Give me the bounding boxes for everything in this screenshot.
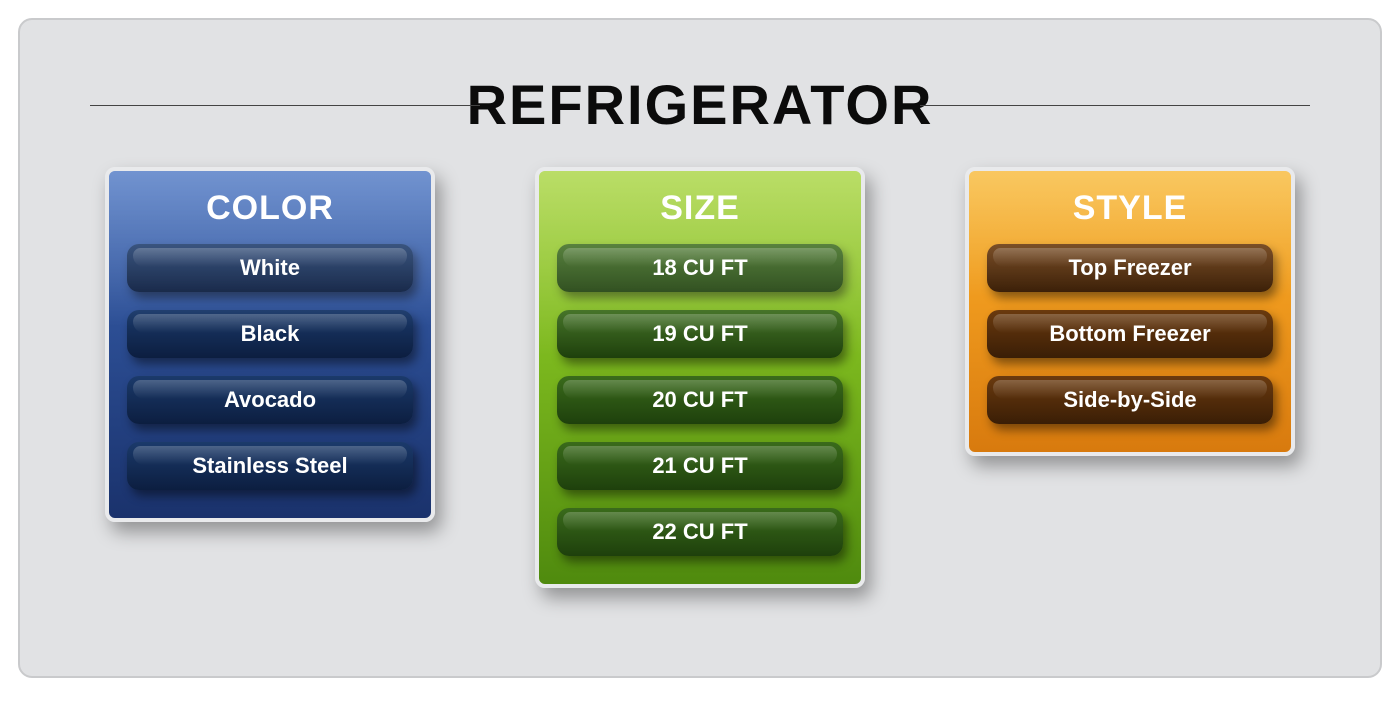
rule-right [920, 105, 1310, 106]
option-label: Bottom Freezer [1049, 321, 1210, 347]
option-color-stainless[interactable]: Stainless Steel [127, 442, 413, 490]
option-label: White [240, 255, 300, 281]
option-size-19[interactable]: 19 CU FT [557, 310, 843, 358]
option-color-white[interactable]: White [127, 244, 413, 292]
option-size-20[interactable]: 20 CU FT [557, 376, 843, 424]
option-label: Stainless Steel [192, 453, 347, 479]
cards-row: COLOR White Black Avocado Stainless Stee… [20, 167, 1380, 588]
option-label: 22 CU FT [652, 519, 747, 545]
option-style-side-by-side[interactable]: Side-by-Side [987, 376, 1273, 424]
option-size-21[interactable]: 21 CU FT [557, 442, 843, 490]
option-label: 20 CU FT [652, 387, 747, 413]
option-color-avocado[interactable]: Avocado [127, 376, 413, 424]
option-label: Side-by-Side [1063, 387, 1196, 413]
option-label: 21 CU FT [652, 453, 747, 479]
card-size-heading: SIZE [557, 189, 843, 228]
card-style-heading: STYLE [987, 189, 1273, 228]
option-label: 18 CU FT [652, 255, 747, 281]
rule-left [90, 105, 480, 106]
option-label: Avocado [224, 387, 316, 413]
panel: REFRIGERATOR COLOR White Black Avocado S… [18, 18, 1382, 678]
option-color-black[interactable]: Black [127, 310, 413, 358]
card-color: COLOR White Black Avocado Stainless Stee… [105, 167, 435, 522]
page-title: REFRIGERATOR [467, 72, 934, 137]
option-size-18[interactable]: 18 CU FT [557, 244, 843, 292]
option-size-22[interactable]: 22 CU FT [557, 508, 843, 556]
option-style-bottom-freezer[interactable]: Bottom Freezer [987, 310, 1273, 358]
title-row: REFRIGERATOR [20, 72, 1380, 137]
card-size: SIZE 18 CU FT 19 CU FT 20 CU FT 21 CU FT… [535, 167, 865, 588]
card-style: STYLE Top Freezer Bottom Freezer Side-by… [965, 167, 1295, 456]
option-label: 19 CU FT [652, 321, 747, 347]
option-style-top-freezer[interactable]: Top Freezer [987, 244, 1273, 292]
option-label: Black [241, 321, 300, 347]
option-label: Top Freezer [1068, 255, 1191, 281]
card-color-heading: COLOR [127, 189, 413, 228]
